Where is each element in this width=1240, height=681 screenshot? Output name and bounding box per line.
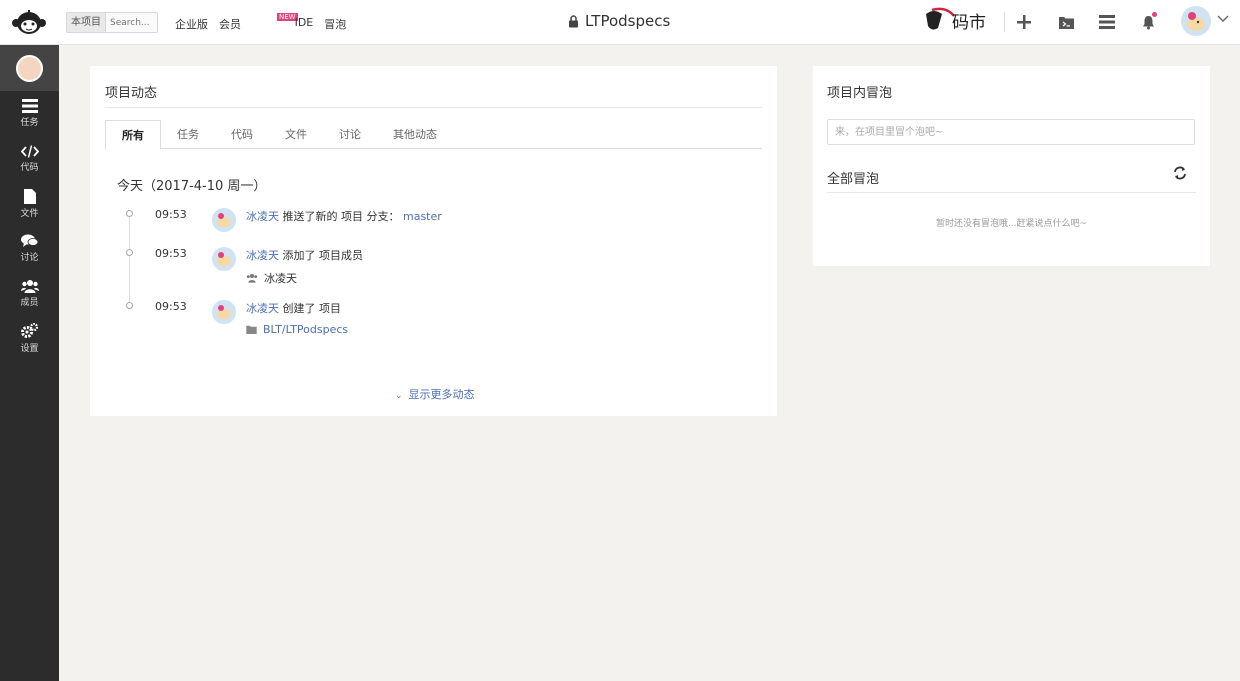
event-user-link[interactable]: 冰凌天 bbox=[246, 210, 279, 223]
double-chevron-down-icon: ⌄ bbox=[395, 391, 403, 401]
market-logo-icon[interactable]: 码市 bbox=[924, 6, 996, 36]
top-bar: 本项目 企业版 会员NEW IDE 冒泡 LTPodspecs 码市 bbox=[0, 0, 1240, 45]
sidebar: 任务 代码 文件 讨论 成员 设置 bbox=[0, 45, 59, 681]
bubble-heading: 项目内冒泡 bbox=[827, 86, 893, 101]
bubble-input[interactable] bbox=[827, 119, 1195, 145]
event-time: 09:53 bbox=[155, 247, 187, 260]
members-icon bbox=[20, 280, 39, 293]
timeline-dot bbox=[126, 302, 133, 309]
sidebar-item-code[interactable]: 代码 bbox=[0, 136, 59, 181]
repo-link[interactable]: BLT/LTPodspecs bbox=[263, 323, 348, 336]
user-avatar[interactable] bbox=[1181, 6, 1211, 36]
activity-tabs: 所有 任务 代码 文件 讨论 其他动态 bbox=[105, 120, 762, 150]
settings-icon bbox=[21, 323, 38, 338]
nav-enterprise[interactable]: 企业版 bbox=[175, 16, 208, 32]
event-line: 冰凌天 添加了 项目成员 bbox=[246, 247, 363, 263]
sidebar-item-label: 任务 bbox=[20, 118, 39, 128]
sidebar-item-label: 文件 bbox=[20, 208, 39, 219]
tasks-icon bbox=[21, 99, 38, 113]
event-user-link[interactable]: 冰凌天 bbox=[246, 302, 279, 315]
sidebar-item-discussion[interactable]: 讨论 bbox=[0, 226, 59, 271]
event-action: 添加了 项目成员 bbox=[282, 249, 364, 262]
empty-state-text: 暂时还没有冒泡哦...赶紧说点什么吧~ bbox=[935, 219, 1088, 229]
add-icon[interactable] bbox=[1014, 12, 1034, 32]
nav-ide[interactable]: IDE bbox=[295, 16, 314, 32]
tab-code[interactable]: 代码 bbox=[215, 120, 269, 148]
bubble-divider bbox=[827, 192, 1196, 193]
tab-files[interactable]: 文件 bbox=[269, 120, 323, 148]
sidebar-item-label: 设置 bbox=[20, 344, 39, 354]
show-more-label[interactable]: 显示更多动态 bbox=[409, 388, 475, 401]
top-nav: 企业版 会员NEW IDE 冒泡 bbox=[175, 13, 357, 32]
branch-link[interactable]: master bbox=[403, 210, 442, 223]
day-label: 今天（2017-4-10 周一） bbox=[117, 179, 267, 194]
event-line: 冰凌天 推送了新的 项目 分支： master bbox=[246, 208, 442, 224]
event-action: 创建了 项目 bbox=[282, 302, 342, 315]
chevron-down-icon[interactable] bbox=[1217, 15, 1229, 23]
event-time: 09:53 bbox=[155, 300, 187, 313]
nav-membership[interactable]: 会员NEW bbox=[219, 13, 298, 32]
project-title: LTPodspecs bbox=[568, 12, 670, 30]
event-detail: 冰凌天 bbox=[246, 270, 297, 286]
nav-bubble[interactable]: 冒泡 bbox=[324, 16, 346, 32]
project-title-text: LTPodspecs bbox=[585, 12, 671, 30]
event-action: 推送了新的 项目 分支： bbox=[282, 210, 400, 223]
event-time: 09:53 bbox=[155, 208, 187, 221]
file-icon bbox=[23, 188, 36, 204]
tab-all[interactable]: 所有 bbox=[105, 120, 161, 150]
sidebar-item-settings[interactable]: 设置 bbox=[0, 316, 59, 361]
refresh-icon[interactable] bbox=[1173, 166, 1187, 180]
tab-other[interactable]: 其他动态 bbox=[377, 120, 453, 148]
notification-dot bbox=[1152, 12, 1157, 17]
sidebar-item-files[interactable]: 文件 bbox=[0, 181, 59, 226]
sidebar-item-label: 成员 bbox=[20, 298, 39, 308]
event-avatar[interactable] bbox=[212, 208, 236, 232]
notification-bell-icon[interactable] bbox=[1138, 12, 1158, 32]
show-more-button[interactable]: ⌄ 显示更多动态 bbox=[395, 386, 475, 402]
event-line: 冰凌天 创建了 项目 bbox=[246, 300, 341, 316]
search-input[interactable] bbox=[106, 17, 154, 28]
tasks-list-icon[interactable] bbox=[1097, 12, 1117, 32]
code-icon bbox=[20, 144, 39, 158]
tab-discussion[interactable]: 讨论 bbox=[323, 120, 377, 148]
discussion-icon bbox=[21, 234, 38, 247]
sidebar-item-tasks[interactable]: 任务 bbox=[0, 91, 59, 136]
activity-heading: 项目动态 bbox=[105, 86, 158, 101]
nav-membership-label[interactable]: 会员 bbox=[219, 18, 241, 31]
tab-tasks[interactable]: 任务 bbox=[161, 120, 215, 148]
event-avatar[interactable] bbox=[212, 300, 236, 324]
lock-icon bbox=[569, 14, 578, 27]
sidebar-item-label: 代码 bbox=[20, 162, 39, 173]
members-icon bbox=[246, 274, 258, 283]
member-name: 冰凌天 bbox=[264, 272, 297, 285]
activity-panel: 项目动态 所有 任务 代码 文件 讨论 其他动态 今天（2017-4-10 周一… bbox=[90, 66, 777, 416]
terminal-folder-icon[interactable] bbox=[1056, 12, 1076, 32]
topbar-divider bbox=[1004, 12, 1005, 32]
project-avatar[interactable] bbox=[0, 45, 59, 91]
coding-logo-icon[interactable] bbox=[12, 8, 46, 36]
repo-folder-icon bbox=[246, 325, 257, 334]
timeline-dot bbox=[126, 249, 133, 256]
event-user-link[interactable]: 冰凌天 bbox=[246, 249, 279, 262]
search-box[interactable]: 本项目 bbox=[66, 12, 158, 33]
sidebar-item-label: 讨论 bbox=[20, 253, 39, 263]
sidebar-item-members[interactable]: 成员 bbox=[0, 271, 59, 316]
event-detail: BLT/LTPodspecs bbox=[246, 323, 348, 336]
timeline-dot bbox=[126, 210, 133, 217]
project-avatar-image[interactable] bbox=[16, 54, 43, 82]
activity-divider bbox=[105, 107, 762, 108]
all-bubbles-heading: 全部冒泡 bbox=[827, 172, 880, 187]
bubble-panel: 项目内冒泡 全部冒泡 暂时还没有冒泡哦...赶紧说点什么吧~ bbox=[813, 66, 1210, 266]
market-logo-text: 码市 bbox=[952, 13, 986, 33]
event-avatar[interactable] bbox=[212, 247, 236, 271]
timeline-line bbox=[129, 214, 130, 306]
search-scope[interactable]: 本项目 bbox=[67, 13, 106, 32]
